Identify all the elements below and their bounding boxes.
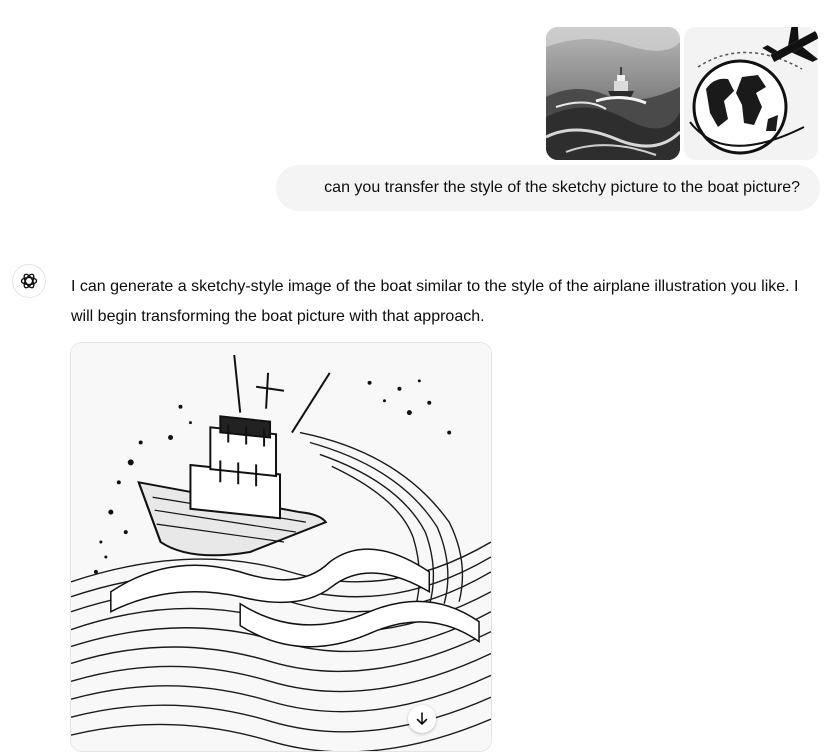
boat-photo-thumbnail (546, 27, 680, 160)
openai-logo-icon (20, 273, 38, 289)
attachment-boat-photo[interactable] (546, 27, 680, 160)
assistant-message-text: I can generate a sketchy-style image of … (71, 278, 799, 325)
assistant-avatar (12, 264, 46, 298)
user-message-text: can you transfer the style of the sketch… (324, 179, 800, 196)
user-message-bubble: can you transfer the style of the sketch… (276, 165, 820, 211)
generated-image[interactable] (70, 342, 492, 752)
airplane-globe-sketch-thumbnail (684, 27, 818, 160)
attachment-airplane-sketch[interactable] (684, 27, 818, 160)
download-arrow-icon (416, 712, 428, 725)
sketch-boat-image (71, 343, 491, 751)
download-button[interactable] (408, 705, 436, 733)
